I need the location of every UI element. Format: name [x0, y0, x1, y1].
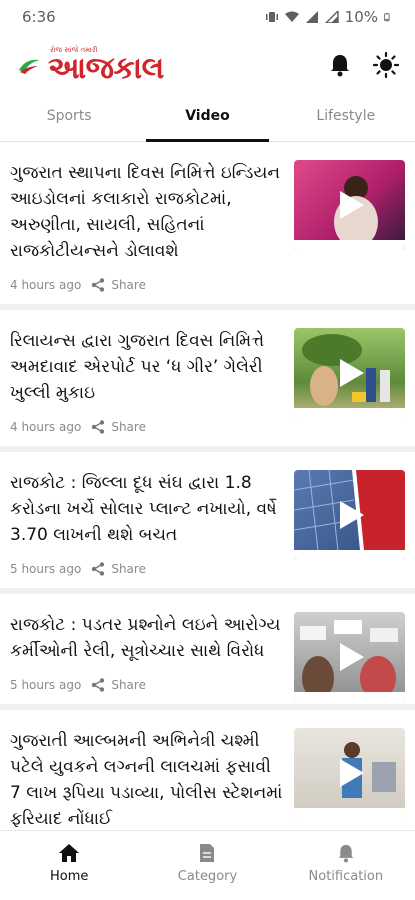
share-label: Share — [111, 678, 146, 692]
share-label: Share — [111, 420, 146, 434]
news-headline[interactable]: રાજકોટ : જિલ્લા દૂધ સંઘ દ્વારા 1.8 કરોડન… — [10, 470, 286, 548]
app-header: રોજ સાંજે તમારી આજકાલ — [0, 34, 415, 96]
news-item[interactable]: ગુજરાત સ્થાપના દિવસ નિમિત્તે ઇન્ડિયન આઇડ… — [0, 142, 415, 310]
share-icon — [92, 420, 105, 434]
signal-icon — [305, 11, 318, 23]
play-icon — [339, 359, 364, 387]
share-icon — [92, 678, 105, 692]
play-icon — [339, 501, 364, 529]
news-time: 4 hours ago — [10, 420, 82, 434]
category-tabs: Sports Video Lifestyle — [0, 96, 415, 142]
battery-icon — [384, 13, 390, 22]
home-icon — [59, 844, 80, 862]
share-label: Share — [111, 278, 146, 292]
status-time: 6:36 — [22, 8, 56, 26]
news-item[interactable]: રિલાયન્સ દ્વારા ગુજરાત દિવસ નિમિત્તે અમદ… — [0, 310, 415, 452]
share-button[interactable]: Share — [91, 420, 146, 434]
video-thumbnail[interactable] — [294, 160, 405, 250]
vibrate-icon — [265, 12, 278, 22]
status-bar: 6:36 10% — [0, 0, 415, 34]
signal-icon-2 — [324, 11, 339, 23]
play-icon — [339, 191, 364, 219]
nav-home[interactable]: Home — [0, 831, 138, 900]
news-time: 5 hours ago — [10, 562, 82, 576]
nav-category-label: Category — [177, 869, 238, 884]
play-icon — [339, 759, 364, 787]
share-icon — [92, 278, 105, 292]
play-icon — [339, 643, 364, 671]
status-icons: 10% — [265, 8, 393, 26]
bell-icon — [338, 844, 354, 863]
video-thumbnail[interactable] — [294, 328, 405, 418]
news-headline[interactable]: રાજકોટ : પડતર પ્રશ્નોને લઇને આરોગ્ય કર્મ… — [10, 612, 286, 664]
tab-video[interactable]: Video — [138, 96, 276, 142]
news-time: 5 hours ago — [10, 678, 82, 692]
news-item[interactable]: રાજકોટ : પડતર પ્રશ્નોને લઇને આરોગ્ય કર્મ… — [0, 594, 415, 710]
logo-text: આજકાલ — [48, 50, 164, 86]
tab-lifestyle[interactable]: Lifestyle — [277, 96, 415, 141]
share-label: Share — [111, 562, 146, 576]
news-item[interactable]: રાજકોટ : જિલ્લા દૂધ સંઘ દ્વારા 1.8 કરોડન… — [0, 452, 415, 594]
wifi-icon — [284, 11, 299, 22]
document-icon — [200, 844, 215, 862]
news-headline[interactable]: રિલાયન્સ દ્વારા ગુજરાત દિવસ નિમિત્તે અમદ… — [10, 328, 286, 406]
battery-percent: 10% — [344, 8, 378, 26]
share-button[interactable]: Share — [91, 278, 146, 292]
theme-toggle-icon[interactable] — [373, 52, 399, 78]
app-logo[interactable]: રોજ સાંજે તમારી આજકાલ — [16, 46, 164, 86]
tab-sports[interactable]: Sports — [0, 96, 138, 141]
video-thumbnail[interactable] — [294, 728, 405, 818]
bell-icon[interactable] — [329, 53, 351, 77]
logo-mark-icon — [19, 59, 40, 74]
share-button[interactable]: Share — [91, 562, 146, 576]
news-item[interactable]: ગુજરાતી આલ્બમની અભિનેત્રી ચશ્મી પટેલે યુ… — [0, 710, 415, 830]
video-thumbnail[interactable] — [294, 470, 405, 560]
nav-home-label: Home — [49, 869, 89, 884]
nav-notification-label: Notification — [308, 869, 384, 884]
news-headline[interactable]: ગુજરાત સ્થાપના દિવસ નિમિત્તે ઇન્ડિયન આઇડ… — [10, 160, 286, 264]
share-button[interactable]: Share — [91, 678, 146, 692]
nav-notification[interactable]: Notification — [277, 831, 415, 900]
share-icon — [92, 562, 105, 576]
news-time: 4 hours ago — [10, 278, 82, 292]
nav-category[interactable]: Category — [138, 831, 276, 900]
news-headline[interactable]: ગુજરાતી આલ્બમની અભિનેત્રી ચશ્મી પટેલે યુ… — [10, 728, 286, 830]
news-feed[interactable]: ગુજરાત સ્થાપના દિવસ નિમિત્તે ઇન્ડિયન આઇડ… — [0, 142, 415, 830]
bottom-nav: Home Category Notification — [0, 830, 415, 900]
video-thumbnail[interactable] — [294, 612, 405, 702]
